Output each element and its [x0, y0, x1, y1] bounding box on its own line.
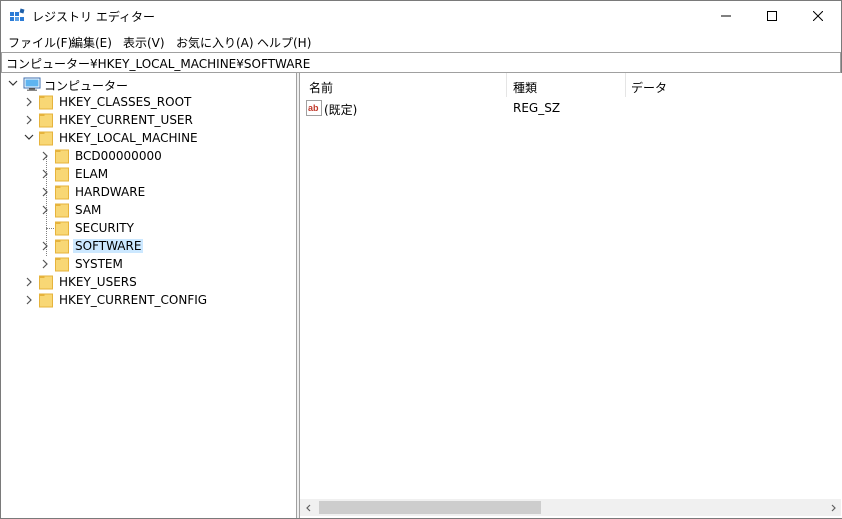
- chevron-right-icon[interactable]: [23, 273, 35, 291]
- minimize-icon: [721, 15, 731, 17]
- folder-icon: [55, 149, 69, 164]
- menu-edit[interactable]: 編集(E): [71, 34, 112, 51]
- tree-item-hardware[interactable]: HARDWARE: [1, 183, 296, 201]
- folder-icon: [55, 221, 69, 236]
- folder-icon: [39, 113, 53, 128]
- close-button[interactable]: [795, 1, 841, 31]
- column-header-data[interactable]: データ: [631, 79, 667, 96]
- tree-item-hkey-classes-root[interactable]: HKEY_CLASSES_ROOT: [1, 93, 296, 111]
- menu-favorites[interactable]: お気に入り(A): [176, 34, 254, 51]
- string-value-icon: ab: [306, 100, 322, 116]
- registry-editor-icon: [10, 8, 25, 21]
- tree-item-sam[interactable]: SAM: [1, 201, 296, 219]
- tree-item-label: HKEY_USERS: [59, 275, 137, 289]
- tree-item-hkey-users[interactable]: HKEY_USERS: [1, 273, 296, 291]
- column-divider[interactable]: [506, 73, 507, 97]
- tree-item-security[interactable]: SECURITY: [1, 219, 296, 237]
- computer-icon: [23, 77, 41, 91]
- tree-item-hkey-local-machine[interactable]: HKEY_LOCAL_MACHINE: [1, 129, 296, 147]
- tree-item-label: BCD00000000: [75, 149, 162, 163]
- tree-item-label: ELAM: [75, 167, 109, 181]
- address-bar[interactable]: コンピューター¥HKEY_LOCAL_MACHINE¥SOFTWARE: [1, 52, 841, 73]
- tree-item-label: HKEY_CLASSES_ROOT: [59, 95, 192, 109]
- column-header-name[interactable]: 名前: [309, 79, 333, 96]
- folder-icon: [39, 95, 53, 110]
- tree-item-label: SAM: [75, 203, 102, 217]
- scroll-right-button[interactable]: [824, 499, 841, 516]
- key-tree-pane[interactable]: コンピューター HKEY_CLASSES_ROOT HKEY_CURRENT_U…: [1, 73, 297, 518]
- tree-item-label: HARDWARE: [75, 185, 146, 199]
- chevron-right-icon[interactable]: [39, 201, 51, 219]
- menu-bar: ファイル(F) 編集(E) 表示(V) お気に入り(A) ヘルプ(H): [1, 31, 841, 51]
- folder-icon: [55, 185, 69, 200]
- horizontal-scrollbar[interactable]: [300, 499, 841, 516]
- tree-root[interactable]: コンピューター: [1, 75, 296, 93]
- scroll-left-button[interactable]: [300, 499, 317, 516]
- tree-root-label: コンピューター: [44, 79, 129, 93]
- menu-help[interactable]: ヘルプ(H): [257, 34, 311, 51]
- chevron-right-icon[interactable]: [39, 183, 51, 201]
- chevron-down-icon[interactable]: [7, 75, 19, 93]
- chevron-right-icon[interactable]: [23, 291, 35, 309]
- column-header-type[interactable]: 種類: [513, 79, 537, 96]
- tree-item-label: HKEY_LOCAL_MACHINE: [59, 131, 198, 145]
- folder-open-icon: [39, 131, 53, 146]
- value-type: REG_SZ: [513, 101, 561, 115]
- address-input[interactable]: コンピューター¥HKEY_LOCAL_MACHINE¥SOFTWARE: [6, 55, 310, 72]
- chevron-right-icon[interactable]: [39, 147, 51, 165]
- tree-item-system[interactable]: SYSTEM: [1, 255, 296, 273]
- chevron-right-icon[interactable]: [39, 255, 51, 273]
- value-name: (既定): [324, 103, 358, 117]
- values-list-pane[interactable]: 名前 種類 データ ab (既定) REG_SZ: [299, 73, 842, 518]
- tree-item-software[interactable]: SOFTWARE: [1, 237, 296, 255]
- folder-icon: [55, 239, 69, 254]
- registry-editor-window: レジストリ エディター ファイル(F) 編集(E) 表示(V) お気に入り(A)…: [0, 0, 842, 519]
- tree-item-hkey-current-config[interactable]: HKEY_CURRENT_CONFIG: [1, 291, 296, 309]
- folder-icon: [39, 275, 53, 290]
- tree-item-label: HKEY_CURRENT_CONFIG: [59, 293, 208, 307]
- close-icon: [813, 11, 823, 21]
- tree-item-label: SECURITY: [75, 221, 134, 235]
- chevron-right-icon[interactable]: [23, 111, 35, 129]
- tree-item-bcd00000000[interactable]: BCD00000000: [1, 147, 296, 165]
- scroll-thumb[interactable]: [319, 501, 541, 514]
- menu-view[interactable]: 表示(V): [123, 34, 165, 51]
- tree-item-label: SYSTEM: [75, 257, 123, 271]
- chevron-right-icon[interactable]: [39, 237, 51, 255]
- list-row[interactable]: ab (既定) REG_SZ: [300, 99, 842, 117]
- window-title: レジストリ エディター: [32, 10, 155, 24]
- folder-icon: [55, 257, 69, 272]
- tree-item-label-selected: SOFTWARE: [73, 239, 144, 253]
- column-divider[interactable]: [625, 73, 626, 97]
- folder-icon: [55, 203, 69, 218]
- title-bar: レジストリ エディター: [1, 1, 841, 31]
- tree-item-hkey-current-user[interactable]: HKEY_CURRENT_USER: [1, 111, 296, 129]
- chevron-right-icon[interactable]: [23, 93, 35, 111]
- list-header: 名前 種類 データ: [300, 73, 842, 97]
- chevron-left-icon: [305, 504, 310, 511]
- maximize-icon: [767, 11, 777, 21]
- maximize-button[interactable]: [749, 1, 795, 31]
- folder-icon: [55, 167, 69, 182]
- chevron-right-icon[interactable]: [39, 165, 51, 183]
- chevron-down-icon[interactable]: [23, 129, 35, 147]
- minimize-button[interactable]: [703, 1, 749, 31]
- folder-icon: [39, 293, 53, 308]
- tree-item-label: HKEY_CURRENT_USER: [59, 113, 193, 127]
- chevron-right-icon: [831, 504, 836, 511]
- menu-file[interactable]: ファイル(F): [8, 34, 72, 51]
- svg-text:ab: ab: [308, 103, 319, 113]
- tree-item-elam[interactable]: ELAM: [1, 165, 296, 183]
